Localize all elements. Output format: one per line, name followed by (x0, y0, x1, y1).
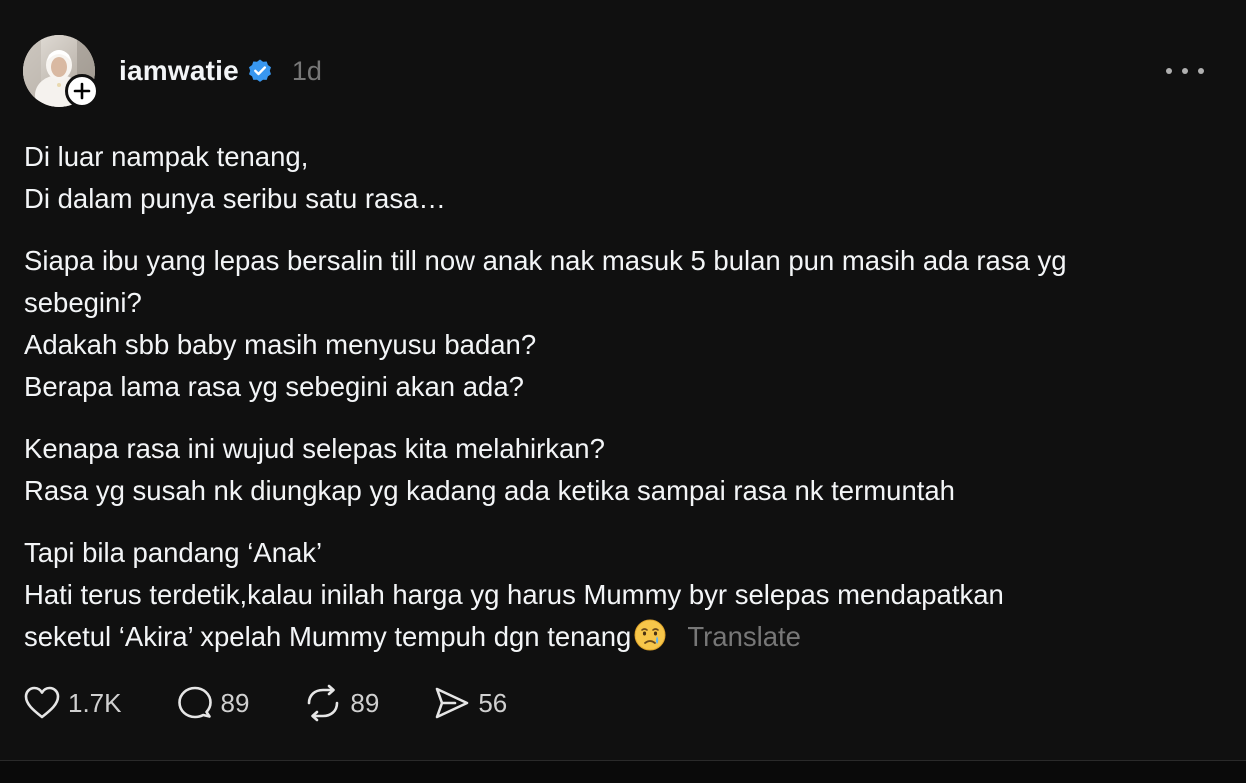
post-text-line: Berapa lama rasa yg sebegini akan ada? (24, 371, 524, 402)
thread-post: iamwatie 1d Di luar nampak tenang, Di da… (0, 0, 1246, 760)
comment-count: 89 (220, 687, 250, 718)
post-text-line: Siapa ibu yang lepas bersalin till now a… (24, 245, 1067, 276)
plus-icon (73, 82, 91, 100)
share-button[interactable]: 56 (433, 685, 507, 721)
follow-button[interactable] (65, 74, 99, 108)
post-header: iamwatie 1d (119, 52, 322, 90)
verified-badge-icon (248, 59, 271, 82)
share-count: 56 (478, 687, 508, 718)
crying-face-emoji-icon (634, 619, 666, 651)
like-count: 1.7K (68, 687, 122, 718)
post-text-line: Di luar nampak tenang, (24, 141, 309, 172)
like-button[interactable]: 1.7K (23, 685, 122, 721)
post-text-line: seketul ‘Akira’ xpelah Mummy tempuh dgn … (24, 621, 632, 652)
username[interactable]: iamwatie (119, 55, 239, 87)
comment-icon (177, 686, 212, 719)
post-last-line: seketul ‘Akira’ xpelah Mummy tempuh dgn … (24, 616, 1224, 658)
post-text-line: Rasa yg susah nk diungkap yg kadang ada … (24, 475, 955, 506)
post-actions: 1.7K 89 89 56 (23, 684, 561, 722)
post-paragraph: Di luar nampak tenang, Di dalam punya se… (24, 136, 1224, 220)
repost-icon (308, 684, 339, 722)
post-text-line: Adakah sbb baby masih menyusu badan? (24, 329, 537, 360)
more-dot (1198, 68, 1204, 74)
bottom-divider (0, 760, 1246, 783)
comment-button[interactable]: 89 (176, 685, 250, 721)
post-text-line: Hati terus terdetik,kalau inilah harga y… (24, 579, 1004, 610)
post-paragraph: Tapi bila pandang ‘Anak’ Hati terus terd… (24, 532, 1224, 658)
heart-icon (24, 686, 60, 719)
post-paragraph: Kenapa rasa ini wujud selepas kita melah… (24, 428, 1224, 512)
more-options-button[interactable] (1166, 56, 1204, 86)
repost-count: 89 (350, 687, 380, 718)
post-body: Di luar nampak tenang, Di dalam punya se… (24, 136, 1224, 678)
post-text-line: sebegini? (24, 287, 142, 318)
post-paragraph: Siapa ibu yang lepas bersalin till now a… (24, 240, 1224, 408)
send-icon (436, 687, 469, 719)
post-text-line: Di dalam punya seribu satu rasa… (24, 183, 446, 214)
post-text-line: Kenapa rasa ini wujud selepas kita melah… (24, 433, 605, 464)
post-timestamp[interactable]: 1d (292, 56, 322, 87)
repost-button[interactable]: 89 (303, 684, 379, 722)
translate-link[interactable]: Translate (687, 621, 801, 652)
more-dot (1166, 68, 1172, 74)
more-dot (1182, 68, 1188, 74)
post-text-line: Tapi bila pandang ‘Anak’ (24, 537, 323, 568)
